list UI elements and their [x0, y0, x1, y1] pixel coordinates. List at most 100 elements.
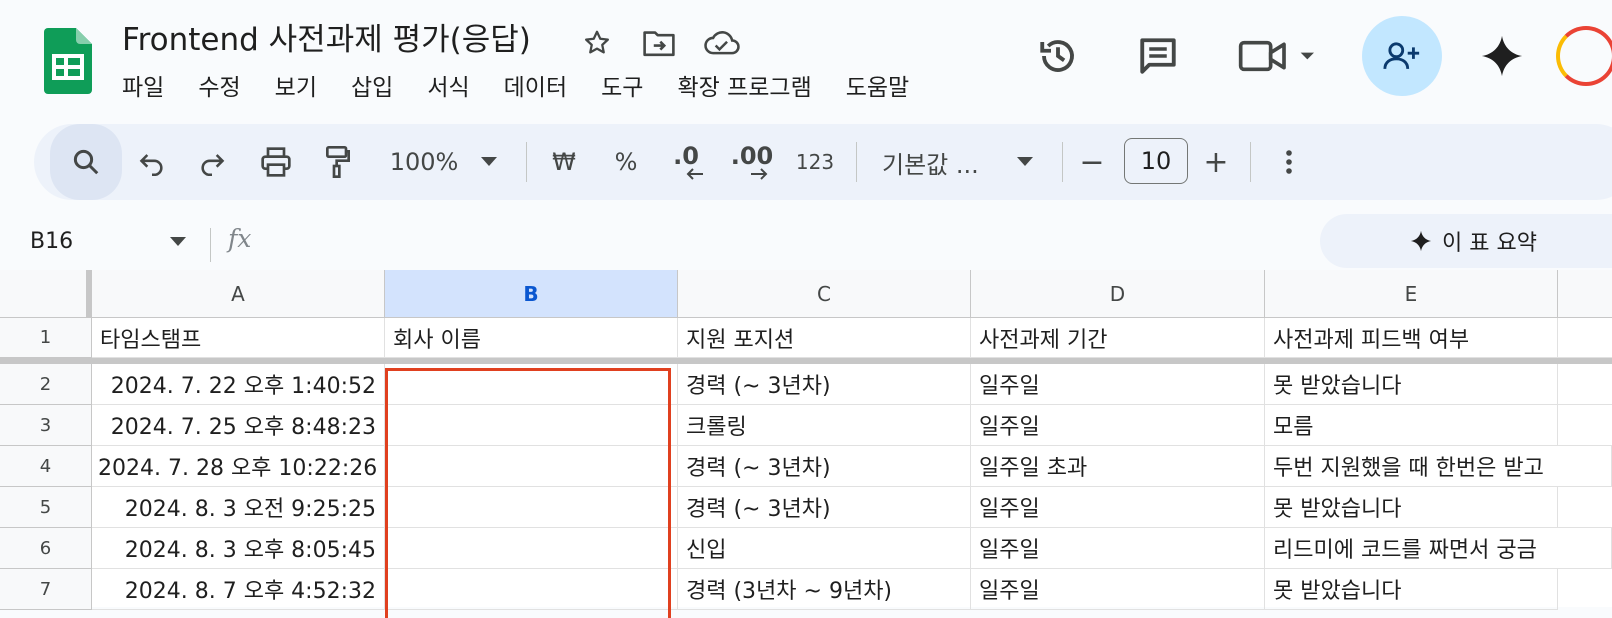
cell-b3[interactable]	[385, 405, 678, 446]
cell-f1[interactable]	[1558, 318, 1612, 358]
add-person-icon	[1383, 42, 1420, 69]
name-box-caret-icon[interactable]	[170, 232, 186, 251]
cell-a4[interactable]: 2024. 7. 28 오후 10:22:26	[92, 446, 385, 487]
cell-e3[interactable]: 모름	[1265, 405, 1558, 446]
sheets-logo-icon[interactable]	[44, 28, 92, 94]
cell-c1[interactable]: 지원 포지션	[678, 318, 971, 358]
cloud-saved-icon[interactable]	[702, 26, 742, 60]
cell-e7[interactable]: 못 받았습니다	[1265, 569, 1558, 610]
column-header-f[interactable]	[1558, 270, 1612, 318]
cell-a6[interactable]: 2024. 8. 3 오후 8:05:45	[92, 528, 385, 569]
arrow-left-icon	[686, 166, 704, 185]
cell-b4[interactable]	[385, 446, 678, 487]
cell-c5[interactable]: 경력 (~ 3년차)	[678, 487, 971, 528]
name-box[interactable]: B16	[30, 226, 73, 258]
cell-d5[interactable]: 일주일	[971, 487, 1265, 528]
cell-e2[interactable]: 못 받았습니다	[1265, 364, 1558, 405]
account-avatar[interactable]	[1556, 26, 1612, 86]
row-header-4[interactable]: 4	[0, 446, 92, 487]
formula-input[interactable]	[260, 220, 1300, 264]
cell-e5[interactable]: 못 받았습니다	[1265, 487, 1558, 528]
cell-f5[interactable]	[1558, 487, 1612, 528]
fx-icon: fx	[228, 224, 252, 253]
menu-data[interactable]: 데이터	[504, 70, 567, 106]
menu-file[interactable]: 파일	[122, 70, 164, 106]
cell-d1[interactable]: 사전과제 기간	[971, 318, 1265, 358]
format-percent-button[interactable]: %	[606, 124, 646, 200]
menu-view[interactable]: 보기	[275, 70, 317, 106]
more-options-icon[interactable]	[1274, 124, 1304, 200]
increase-decimal-button[interactable]: .00	[724, 124, 780, 200]
meet-video-icon[interactable]	[1236, 30, 1322, 82]
menu-help[interactable]: 도움말	[846, 70, 909, 106]
redo-icon[interactable]	[190, 124, 234, 200]
cell-e6[interactable]: 리드미에 코드를 짜면서 궁금	[1265, 528, 1612, 569]
row-header-5[interactable]: 5	[0, 487, 92, 528]
cell-b5[interactable]	[385, 487, 678, 528]
menu-extensions[interactable]: 확장 프로그램	[677, 70, 811, 106]
menu-tools[interactable]: 도구	[601, 70, 643, 106]
zoom-caret-icon[interactable]	[474, 124, 504, 200]
cell-a5[interactable]: 2024. 8. 3 오전 9:25:25	[92, 487, 385, 528]
cell-a1[interactable]: 타임스탬프	[92, 318, 385, 358]
version-history-icon[interactable]	[1032, 30, 1084, 82]
zoom-select[interactable]: 100%	[384, 124, 464, 200]
cell-d4[interactable]: 일주일 초과	[971, 446, 1265, 487]
column-header-e[interactable]: E	[1265, 270, 1558, 318]
star-icon[interactable]	[580, 26, 614, 60]
row-header-1[interactable]: 1	[0, 318, 92, 358]
cell-d3[interactable]: 일주일	[971, 405, 1265, 446]
decrease-decimal-button[interactable]: .0	[664, 124, 708, 200]
cell-b7[interactable]	[385, 569, 678, 610]
spreadsheet-grid: A B C D E 1 타임스탬프 회사 이름 지원 포지션 사전과제 기간 사…	[0, 270, 1612, 618]
cell-d7[interactable]: 일주일	[971, 569, 1265, 610]
move-folder-icon[interactable]	[641, 26, 677, 60]
cell-c3[interactable]: 크롤링	[678, 405, 971, 446]
column-header-c[interactable]: C	[678, 270, 971, 318]
cell-a3[interactable]: 2024. 7. 25 오후 8:48:23	[92, 405, 385, 446]
cell-b6[interactable]	[385, 528, 678, 569]
select-all-corner[interactable]	[0, 270, 92, 318]
column-header-a[interactable]: A	[92, 270, 385, 318]
comments-icon[interactable]	[1132, 30, 1184, 82]
document-title[interactable]: Frontend 사전과제 평가(응답)	[122, 20, 531, 60]
menu-format[interactable]: 서식	[427, 70, 469, 106]
cell-c6[interactable]: 신입	[678, 528, 971, 569]
font-caret-icon[interactable]	[1010, 124, 1040, 200]
cell-e1[interactable]: 사전과제 피드백 여부	[1265, 318, 1558, 358]
cell-e4[interactable]: 두번 지원했을 때 한번은 받고	[1265, 446, 1612, 487]
row-header-2[interactable]: 2	[0, 364, 92, 405]
search-menus-icon[interactable]	[50, 124, 122, 200]
cell-b2[interactable]	[385, 364, 678, 405]
row-header-3[interactable]: 3	[0, 405, 92, 446]
cell-a7[interactable]: 2024. 8. 7 오후 4:52:32	[92, 569, 385, 610]
row-header-7[interactable]: 7	[0, 569, 92, 610]
more-formats-button[interactable]: 123	[790, 124, 840, 200]
cell-d2[interactable]: 일주일	[971, 364, 1265, 405]
cell-f3[interactable]	[1558, 405, 1612, 446]
cell-f2[interactable]	[1558, 364, 1612, 405]
summarize-table-label: 이 표 요약	[1442, 231, 1537, 256]
cell-c4[interactable]: 경력 (~ 3년차)	[678, 446, 971, 487]
font-family-select[interactable]: 기본값 ...	[882, 124, 982, 200]
undo-icon[interactable]	[130, 124, 174, 200]
cell-d6[interactable]: 일주일	[971, 528, 1265, 569]
share-add-person-button[interactable]	[1362, 16, 1442, 96]
summarize-table-button[interactable]: 이 표 요약	[1320, 214, 1612, 268]
format-currency-button[interactable]: ₩	[544, 124, 584, 200]
menu-insert[interactable]: 삽입	[351, 70, 393, 106]
cell-c2[interactable]: 경력 (~ 3년차)	[678, 364, 971, 405]
row-header-6[interactable]: 6	[0, 528, 92, 569]
menu-edit[interactable]: 수정	[198, 70, 240, 106]
cell-b1[interactable]: 회사 이름	[385, 318, 678, 358]
font-size-decrease-button[interactable]: −	[1076, 124, 1108, 200]
font-size-input[interactable]: 10	[1124, 138, 1188, 184]
cell-a2[interactable]: 2024. 7. 22 오후 1:40:52	[92, 364, 385, 405]
print-icon[interactable]	[252, 124, 300, 200]
column-header-d[interactable]: D	[971, 270, 1265, 318]
column-header-b[interactable]: B	[385, 270, 678, 318]
cell-c7[interactable]: 경력 (3년차 ~ 9년차)	[678, 569, 971, 610]
font-size-increase-button[interactable]: +	[1200, 124, 1232, 200]
gemini-sparkle-icon[interactable]	[1478, 30, 1526, 82]
paint-format-icon[interactable]	[316, 124, 360, 200]
